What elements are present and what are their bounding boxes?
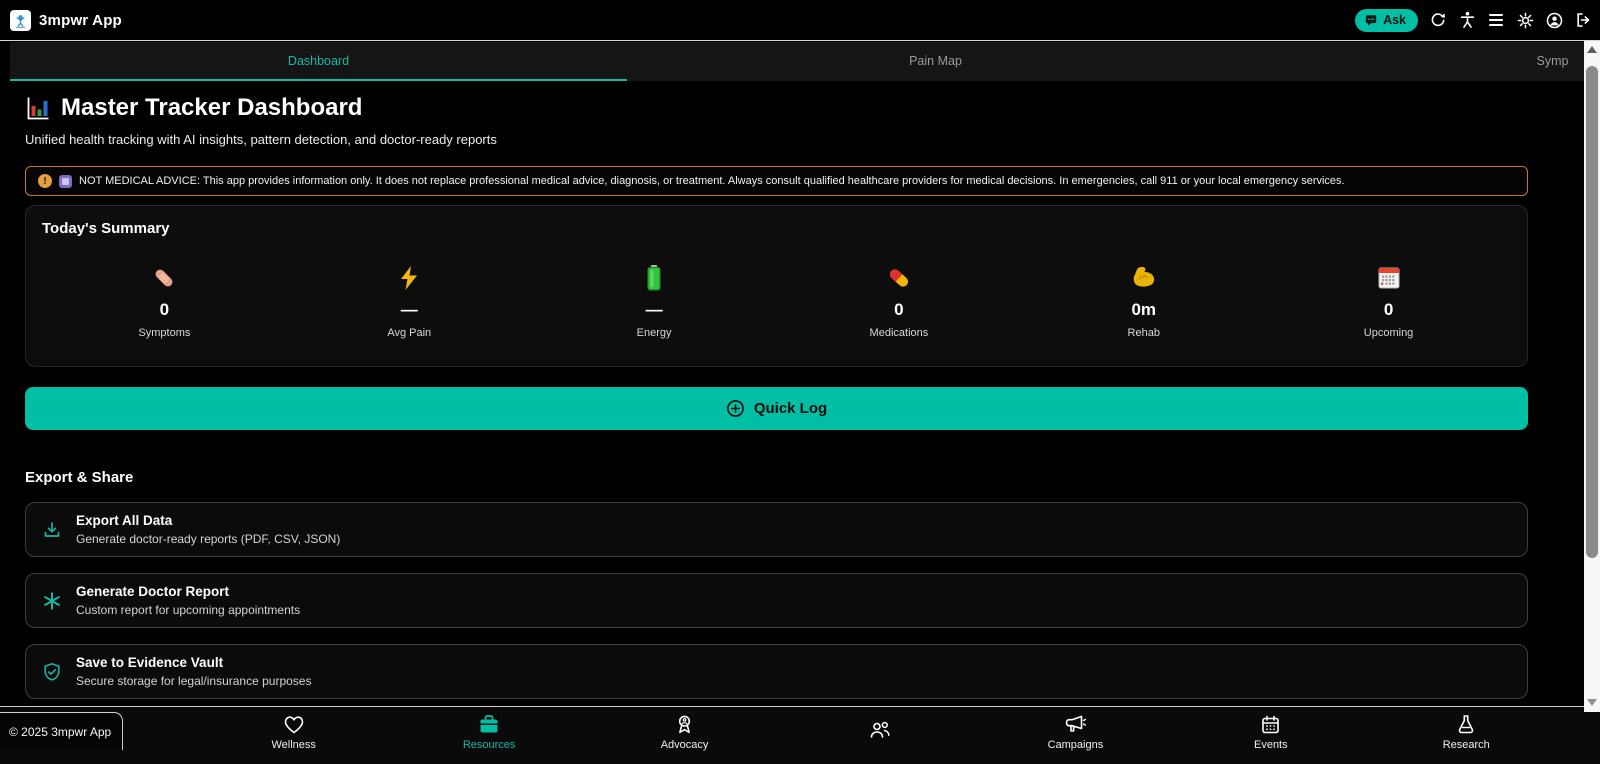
bandage-icon [151, 263, 177, 291]
tab-symptoms[interactable]: Symp [1244, 42, 1584, 81]
nav-item-wellness[interactable]: Wellness [249, 707, 339, 764]
summary-heading: Today's Summary [42, 220, 170, 237]
copyright-box: © 2025 3mpwr App [0, 712, 123, 750]
generate-doctor-report-card[interactable]: Generate Doctor Report Custom report for… [25, 573, 1528, 628]
stat-symptoms-label: Symptoms [138, 327, 191, 339]
stat-symptoms: 0 Symptoms [42, 263, 287, 339]
stat-energy-label: Energy [636, 327, 672, 339]
flask-icon [1456, 714, 1476, 735]
todays-summary-card: Today's Summary 0 Symptoms — Avg Pain — … [25, 205, 1528, 367]
nav-label-research: Research [1442, 739, 1490, 751]
nav-item-resources[interactable]: Resources [444, 707, 534, 764]
app-window: 3mpwr App Ask Dashboard Pain Map Symp Ma… [0, 0, 1600, 764]
warning-exclamation-icon: ! [38, 174, 52, 188]
nav-item-research[interactable]: Research [1421, 707, 1511, 764]
stat-medications-label: Medications [869, 327, 929, 339]
award-icon [674, 714, 695, 735]
disclaimer-text: NOT MEDICAL ADVICE: This app provides in… [79, 175, 1345, 187]
refresh-icon[interactable] [1429, 11, 1447, 29]
nav-label-resources: Resources [462, 739, 516, 751]
generate-doctor-report-title: Generate Doctor Report [76, 584, 230, 599]
page-subtitle: Unified health tracking with AI insights… [25, 132, 497, 147]
stat-medications: 0 Medications [776, 263, 1021, 339]
stat-upcoming-label: Upcoming [1363, 327, 1414, 339]
stat-rehab-value: 0m [1131, 300, 1157, 319]
bottom-nav: Wellness Resources Advocacy Campaigns Ev… [0, 706, 1600, 764]
copyright-text: © 2025 3mpwr App [9, 724, 112, 739]
scrollbar-down-arrow[interactable] [1587, 699, 1597, 706]
stat-medications-value: 0 [894, 300, 904, 319]
save-evidence-vault-card[interactable]: Save to Evidence Vault Secure storage fo… [25, 644, 1528, 699]
briefcase-icon [478, 714, 500, 735]
stat-avg-pain-value: — [400, 300, 418, 319]
page-title: Master Tracker Dashboard [61, 94, 363, 121]
top-bar: 3mpwr App Ask [0, 0, 1600, 41]
quick-log-button[interactable]: Quick Log [25, 387, 1528, 430]
tab-symptoms-label: Symp [1536, 53, 1569, 68]
bar-chart-icon [25, 95, 51, 121]
stat-energy-value: — [645, 300, 663, 319]
nav-item-community[interactable] [835, 707, 925, 764]
nav-label-campaigns: Campaigns [1047, 739, 1104, 751]
menu-icon[interactable] [1487, 11, 1505, 29]
asterisk-icon [42, 591, 62, 611]
export-share-heading: Export & Share [25, 469, 134, 486]
calendar-icon [1260, 714, 1281, 735]
purple-badge-icon [59, 174, 72, 188]
stat-symptoms-value: 0 [159, 300, 170, 319]
nav-label-events: Events [1253, 739, 1288, 751]
scrollbar-thumb[interactable] [1586, 66, 1598, 558]
account-icon[interactable] [1545, 11, 1563, 29]
topbar-actions: Ask [1355, 8, 1592, 32]
heart-icon [283, 714, 305, 735]
stat-upcoming: 0 Upcoming [1266, 263, 1511, 339]
nav-item-campaigns[interactable]: Campaigns [1030, 707, 1120, 764]
tab-bar: Dashboard Pain Map Symp [10, 42, 1584, 81]
stat-upcoming-value: 0 [1383, 300, 1394, 319]
download-icon [42, 520, 62, 540]
stat-avg-pain: — Avg Pain [287, 263, 532, 339]
ask-button-label: Ask [1383, 13, 1406, 27]
accessibility-icon[interactable] [1458, 11, 1476, 29]
nav-label-advocacy: Advocacy [660, 739, 709, 751]
tab-pain-map-label: Pain Map [909, 53, 962, 68]
quick-log-label: Quick Log [753, 400, 828, 417]
medical-disclaimer-banner: ! NOT MEDICAL ADVICE: This app provides … [25, 166, 1528, 196]
stat-rehab: 0m Rehab [1021, 263, 1266, 339]
stat-avg-pain-label: Avg Pain [387, 327, 432, 339]
battery-icon [646, 263, 662, 291]
chat-bubble-icon [1364, 14, 1378, 27]
tab-dashboard[interactable]: Dashboard [10, 42, 627, 81]
generate-doctor-report-subtitle: Custom report for upcoming appointments [76, 603, 301, 617]
logout-icon[interactable] [1574, 11, 1592, 29]
megaphone-icon [1064, 714, 1087, 735]
biceps-icon [1130, 263, 1157, 291]
users-icon [868, 720, 892, 740]
settings-gear-icon[interactable] [1516, 11, 1534, 29]
app-title: 3mpwr App [39, 11, 122, 29]
nav-item-events[interactable]: Events [1226, 707, 1316, 764]
circle-plus-icon [726, 399, 745, 418]
save-evidence-vault-title: Save to Evidence Vault [76, 655, 224, 670]
export-all-data-subtitle: Generate doctor-ready reports (PDF, CSV,… [76, 532, 341, 546]
stat-rehab-label: Rehab [1127, 327, 1160, 339]
nav-label-wellness: Wellness [271, 739, 316, 751]
export-all-data-title: Export All Data [76, 513, 173, 528]
export-all-data-card[interactable]: Export All Data Generate doctor-ready re… [25, 502, 1528, 557]
stat-energy: — Energy [532, 263, 777, 339]
lightning-icon [398, 263, 420, 291]
save-evidence-vault-subtitle: Secure storage for legal/insurance purpo… [76, 674, 312, 688]
vertical-scrollbar[interactable] [1584, 40, 1600, 712]
calendar-icon [1376, 263, 1402, 291]
shield-check-icon [42, 662, 62, 682]
ask-button[interactable]: Ask [1355, 8, 1418, 32]
nav-item-advocacy[interactable]: Advocacy [640, 707, 730, 764]
summary-stats-row: 0 Symptoms — Avg Pain — Energy 0 Medicat… [42, 263, 1511, 339]
pill-icon [886, 263, 912, 291]
tab-pain-map[interactable]: Pain Map [627, 42, 1244, 81]
tab-dashboard-label: Dashboard [287, 53, 350, 68]
app-logo-icon [10, 9, 31, 31]
scrollbar-up-arrow[interactable] [1587, 46, 1597, 53]
